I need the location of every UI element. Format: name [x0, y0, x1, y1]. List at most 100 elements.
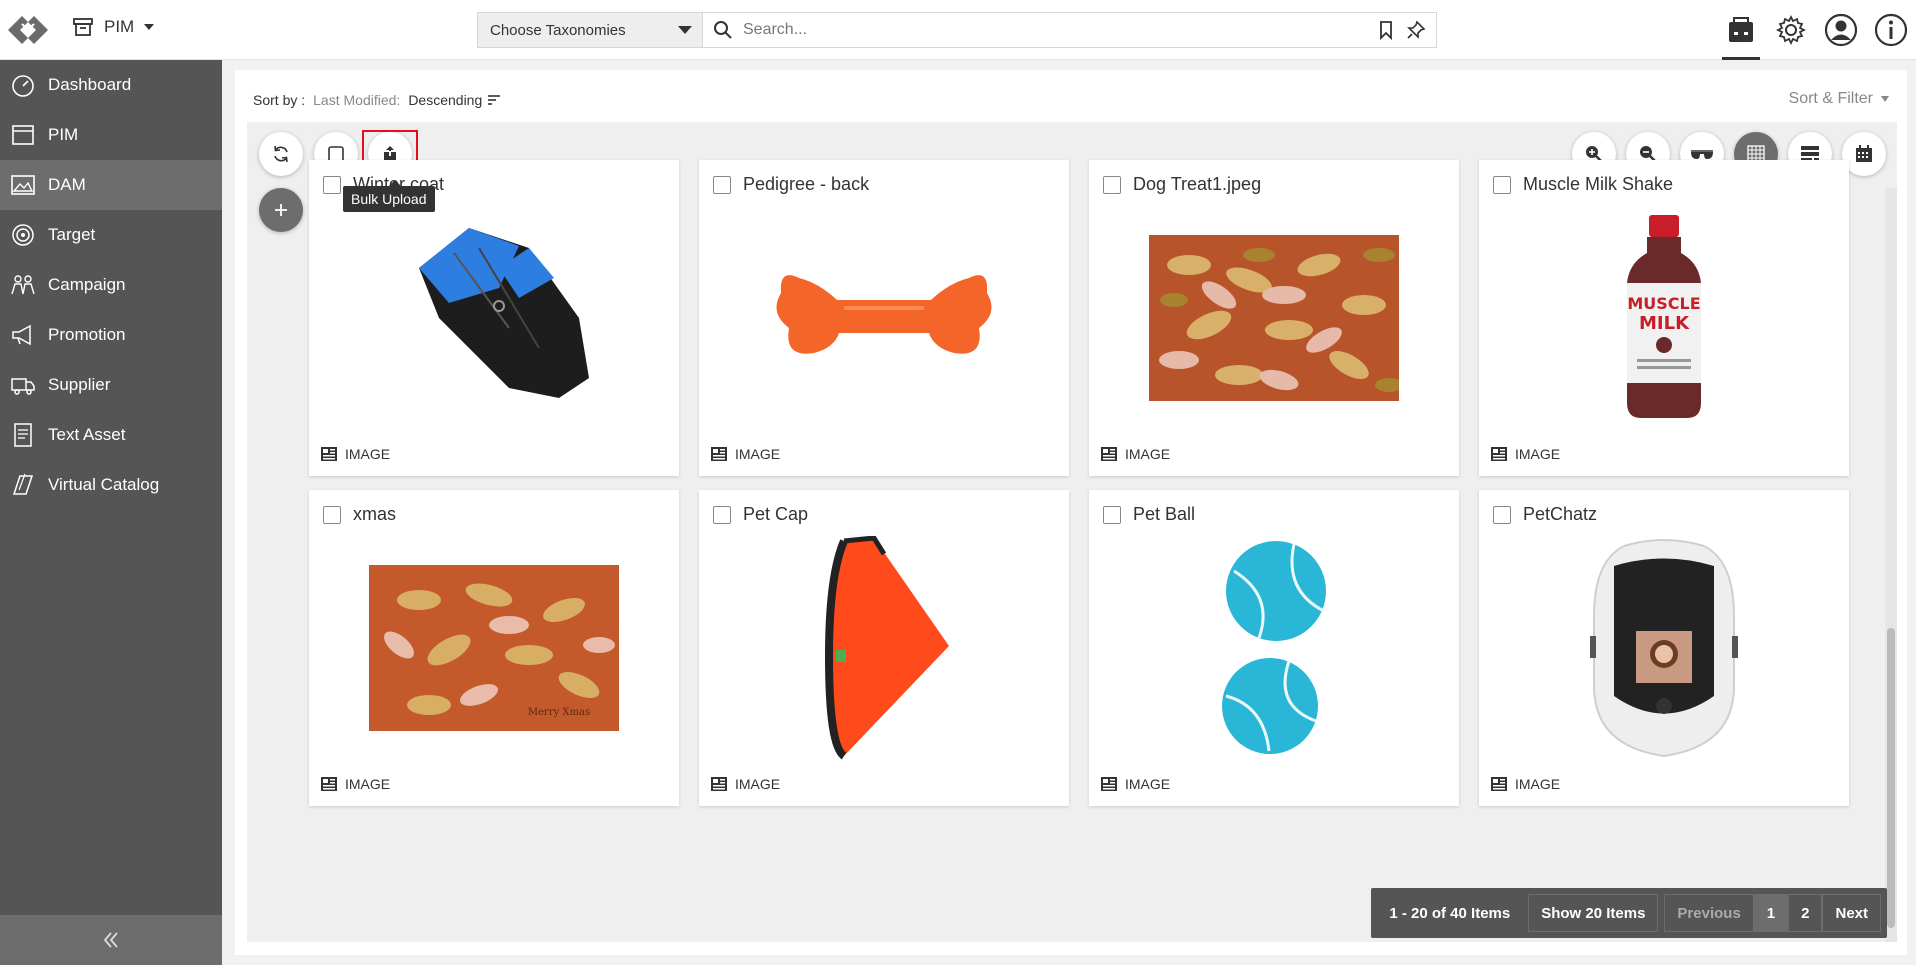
asset-thumbnail-dog-coat[interactable] — [344, 208, 644, 428]
calendar-board-icon — [1729, 17, 1753, 42]
sidebar-item-label: Campaign — [48, 275, 126, 294]
taxonomy-dropdown-label: Choose Taxonomies — [490, 21, 626, 39]
asset-card[interactable]: PetChatz IMAGE — [1479, 490, 1849, 806]
sidebar-item-label: Text Asset — [48, 425, 126, 444]
muscle-milk-product-text: MILK — [1639, 313, 1690, 334]
truck-icon — [11, 378, 35, 395]
pagination-info: 1 - 20 of 40 Items — [1389, 904, 1511, 922]
asset-title: Pedigree - back — [743, 174, 870, 194]
image-type-icon — [1101, 447, 1117, 461]
asset-checkbox[interactable] — [1103, 506, 1121, 524]
asset-checkbox[interactable] — [1493, 176, 1511, 194]
collapse-sidebar-button[interactable] — [0, 915, 222, 965]
pin-icon[interactable] — [1406, 20, 1426, 40]
sidebar-item-label: Virtual Catalog — [48, 475, 160, 494]
asset-type: IMAGE — [1491, 446, 1560, 462]
asset-checkbox[interactable] — [713, 506, 731, 524]
image-type-icon — [711, 777, 727, 791]
asset-type: IMAGE — [711, 446, 780, 462]
next-page-button[interactable]: Next — [1822, 894, 1881, 932]
asset-card[interactable]: Pedigree - back IMAGE — [699, 160, 1069, 476]
petchatz-device-image — [1590, 538, 1738, 757]
search-input[interactable] — [743, 21, 1366, 39]
sort-filter-label: Sort & Filter — [1788, 90, 1873, 107]
calendar-board-button[interactable] — [1716, 0, 1766, 60]
campaign-icon — [11, 275, 35, 295]
bone-image — [776, 275, 992, 354]
asset-checkbox[interactable] — [713, 176, 731, 194]
asset-thumbnail-xmas[interactable]: Merry Xmas — [344, 538, 644, 758]
asset-thumbnail-petchatz[interactable] — [1514, 538, 1814, 758]
asset-card[interactable]: Pet Ball IMAGE — [1089, 490, 1459, 806]
pagination: 1 - 20 of 40 Items Show 20 Items Previou… — [1371, 888, 1887, 938]
asset-card[interactable]: xmas Merry Xmas IMAGE — [309, 490, 679, 806]
sidebar-item-label: Dashboard — [48, 75, 132, 94]
sidebar-item-dam[interactable]: DAM — [0, 160, 222, 210]
user-avatar-icon — [1824, 13, 1858, 47]
vertical-scrollbar[interactable] — [1885, 188, 1897, 942]
sidebar-item-campaign[interactable]: Campaign — [0, 260, 222, 310]
asset-thumbnail-treats[interactable] — [1124, 208, 1424, 428]
dog-treats-image — [1149, 235, 1399, 401]
image-type-icon — [1491, 777, 1507, 791]
sidebar-item-supplier[interactable]: Supplier — [0, 360, 222, 410]
settings-button[interactable] — [1766, 0, 1816, 60]
xmas-caption-text: Merry Xmas — [528, 707, 590, 718]
scrollbar-thumb[interactable] — [1887, 628, 1895, 928]
asset-thumbnail-tennis-balls[interactable] — [1124, 538, 1424, 758]
asset-card[interactable]: Dog Treat1.jpeg IMAGE — [1089, 160, 1459, 476]
dashboard-icon — [12, 75, 34, 97]
asset-thumbnail-muscle-milk[interactable]: MUSCLE MILK — [1514, 208, 1814, 428]
info-button[interactable] — [1866, 0, 1916, 60]
asset-title: Pet Ball — [1133, 504, 1196, 524]
asset-checkbox[interactable] — [1103, 176, 1121, 194]
asset-card[interactable]: Pet Cap IMAGE — [699, 490, 1069, 806]
page-size-button[interactable]: Show 20 Items — [1528, 894, 1659, 932]
sidebar-item-virtual-catalog[interactable]: Virtual Catalog — [0, 460, 222, 510]
chevron-down-icon — [144, 24, 155, 30]
bulk-upload-tooltip: Bulk Upload — [343, 180, 435, 212]
user-profile-button[interactable] — [1816, 0, 1866, 60]
sidebar-item-pim[interactable]: PIM — [0, 110, 222, 160]
search-icon — [714, 21, 732, 39]
sort-order-toggle[interactable]: Descending — [408, 92, 501, 108]
asset-type: IMAGE — [321, 776, 390, 792]
muscle-milk-bottle-image: MUSCLE MILK — [1627, 215, 1701, 418]
asset-type-label: IMAGE — [345, 446, 391, 462]
asset-thumbnail-pet-cap[interactable] — [734, 535, 1034, 759]
previous-page-button[interactable]: Previous — [1664, 894, 1754, 932]
sidebar-item-text-asset[interactable]: Text Asset — [0, 410, 222, 460]
sidebar-item-dashboard[interactable]: Dashboard — [0, 60, 222, 110]
brand-logo-icon[interactable] — [4, 10, 52, 50]
search-bar: Choose Taxonomies — [477, 12, 1437, 48]
calendar-icon — [1856, 145, 1872, 162]
page-2-button[interactable]: 2 — [1788, 894, 1823, 932]
asset-thumbnail-bone[interactable] — [734, 208, 1034, 428]
asset-checkbox[interactable] — [323, 506, 341, 524]
main-panel: Sort by : Last Modified: Descending Sort… — [235, 70, 1907, 955]
top-bar: PIM Choose Taxonomies — [0, 0, 1916, 60]
asset-checkbox[interactable] — [1493, 506, 1511, 524]
refresh-icon — [274, 145, 288, 163]
asset-title: PetChatz — [1523, 504, 1598, 524]
asset-checkbox[interactable] — [323, 176, 341, 194]
sidebar-item-promotion[interactable]: Promotion — [0, 310, 222, 360]
app-switcher[interactable]: PIM — [72, 16, 155, 38]
asset-type-label: IMAGE — [1515, 776, 1561, 792]
sidebar-item-label: Supplier — [48, 375, 111, 394]
taxonomy-dropdown[interactable]: Choose Taxonomies — [478, 13, 703, 47]
asset-card[interactable]: Muscle Milk Shake MUSCLE MILK IMAGE — [1479, 160, 1849, 476]
sort-filter-toggle[interactable]: Sort & Filter — [1789, 90, 1889, 108]
catalog-icon — [12, 473, 34, 495]
refresh-button[interactable] — [259, 132, 303, 176]
document-text-icon — [14, 423, 32, 447]
glasses-icon — [1691, 150, 1713, 159]
sort-descending-icon — [488, 95, 501, 105]
page-1-button[interactable]: 1 — [1753, 894, 1789, 932]
info-icon — [1874, 13, 1908, 47]
sidebar-item-label: Target — [48, 225, 96, 244]
bookmark-icon[interactable] — [1376, 20, 1396, 40]
dam-icon — [11, 175, 35, 195]
sidebar-item-target[interactable]: Target — [0, 210, 222, 260]
tennis-balls-image — [1222, 540, 1326, 754]
